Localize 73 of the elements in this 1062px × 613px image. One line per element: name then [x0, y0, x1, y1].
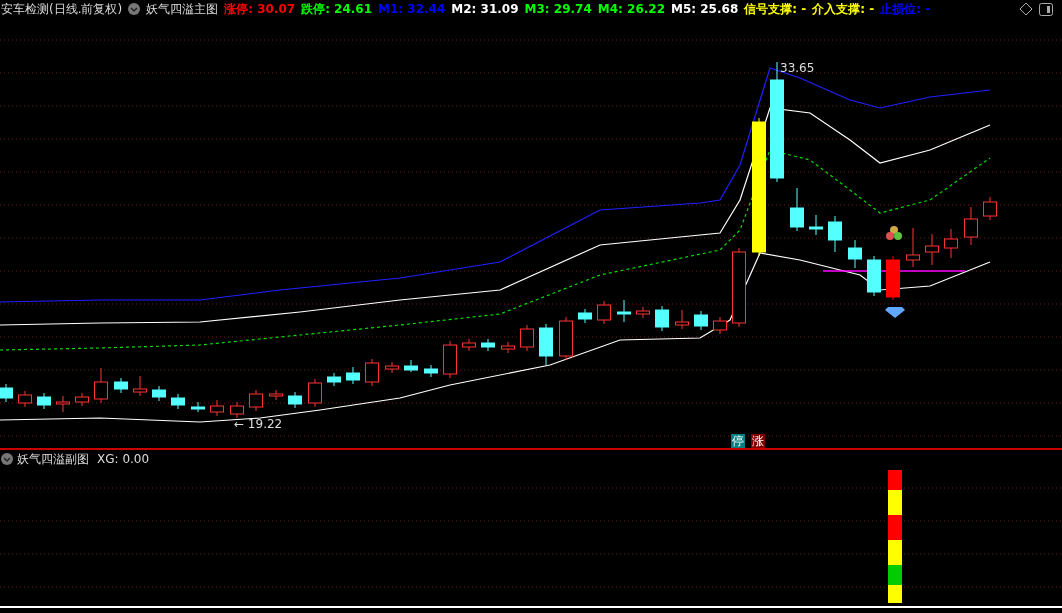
candlestick: [346, 366, 360, 385]
candlestick: [191, 401, 205, 413]
candlestick: [114, 377, 128, 394]
indicator-value: M2: 31.09: [451, 3, 519, 15]
candlestick: [886, 255, 900, 301]
candlestick: [828, 215, 842, 253]
indicator-value: 涨停: 30.07: [224, 3, 296, 15]
candlestick: [790, 187, 804, 232]
candlestick: [925, 233, 939, 266]
sub-indicator-value: XG: 0.00: [97, 453, 150, 465]
candlestick: [983, 196, 997, 221]
candlestick: [906, 227, 920, 268]
candlestick: [171, 393, 185, 410]
candlestick: [944, 228, 958, 259]
sub-indicator-name: 妖气四溢副图: [17, 453, 89, 465]
indicator-value: M3: 29.74: [524, 3, 592, 15]
candlestick: [56, 395, 70, 413]
candlestick: [867, 255, 881, 297]
panel-toggle-icon[interactable]: [1039, 2, 1053, 16]
candlestick: [133, 375, 147, 397]
candlestick: [37, 392, 51, 410]
indicator-name: 妖气四溢主图: [146, 3, 219, 15]
candlestick: [675, 309, 689, 330]
candlestick: [597, 300, 611, 325]
candlestick: [385, 361, 399, 374]
candlestick: [249, 389, 263, 412]
candlestick: [210, 399, 224, 417]
indicator-value: 止损位: -: [880, 3, 931, 15]
high-price-label: 33.65: [780, 62, 815, 74]
candlestick: [578, 308, 592, 324]
candlestick: [443, 340, 457, 379]
candlestick: [269, 389, 283, 401]
candlestick: [694, 310, 708, 331]
candlestick: [462, 338, 476, 352]
candlestick: [559, 316, 573, 361]
stock-title: 安车检测(日线.前复权): [1, 3, 123, 15]
candlestick: [809, 214, 823, 236]
indicator-value: 介入支撑: -: [812, 3, 875, 15]
collapse-icon[interactable]: [1, 453, 13, 465]
candlestick: [520, 324, 534, 352]
candlestick: [424, 364, 438, 378]
candlestick: [655, 305, 669, 332]
signal-badge: 涨: [751, 434, 765, 448]
candlestick: [230, 401, 244, 419]
candlestick: [713, 316, 727, 335]
candlestick: [481, 338, 495, 352]
signal-badge: 停: [731, 434, 745, 448]
candlestick: [18, 390, 32, 408]
candlestick: [327, 372, 341, 387]
candlestick: [75, 392, 89, 407]
indicator-value: 跌停: 24.61: [301, 3, 373, 15]
candlestick: [308, 378, 322, 408]
candlestick: [152, 385, 166, 402]
candlestick: [501, 341, 515, 354]
collapse-icon[interactable]: [128, 3, 141, 15]
indicator-value: M1: 32.44: [378, 3, 446, 15]
candlestick: [964, 206, 978, 246]
candlestick: [94, 367, 108, 404]
balls-drawing: [886, 226, 902, 240]
indicator-value: M4: 26.22: [597, 3, 665, 15]
candlestick: [539, 323, 553, 366]
candlestick: [636, 306, 650, 319]
indicator-value: 信号支撑: -: [744, 3, 807, 15]
candlestick: [404, 359, 418, 373]
candlestick: [365, 358, 379, 387]
diamond-icon[interactable]: [1019, 2, 1033, 16]
candlestick: [288, 391, 302, 409]
gem-icon: [885, 307, 905, 318]
candlestick: [848, 239, 862, 269]
indicator-value: M5: 25.68: [671, 3, 739, 15]
candlestick: [0, 383, 13, 403]
low-price-label: ← 19.22: [234, 418, 283, 430]
candlestick: [617, 299, 631, 323]
